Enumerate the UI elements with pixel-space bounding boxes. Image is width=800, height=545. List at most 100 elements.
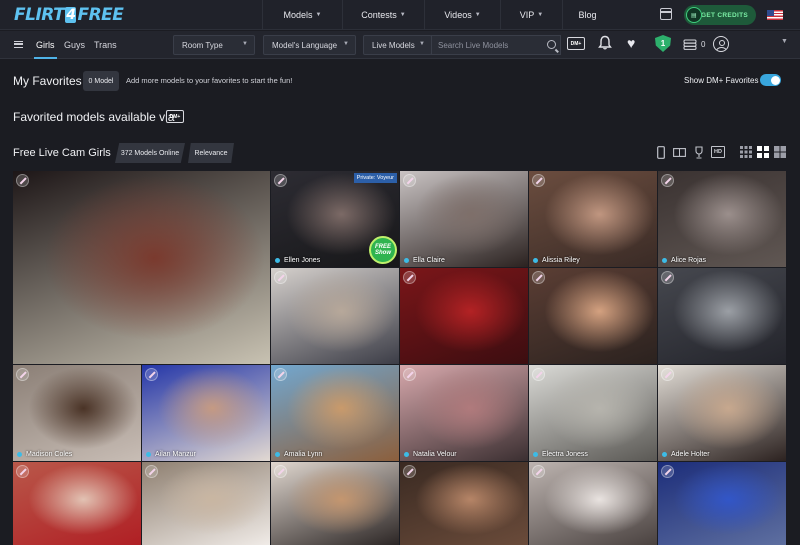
hd-filter-icon[interactable]: HD (711, 146, 725, 158)
heart-icon[interactable]: ♥ (627, 36, 635, 50)
model-thumbnail (271, 365, 399, 461)
us-flag-icon[interactable] (767, 10, 783, 20)
filter-bar: Girls Guys Trans Room Type ▼ Model's Lang… (0, 31, 800, 59)
language-select[interactable]: Model's Language ▼ (263, 35, 356, 55)
no-favorite-icon[interactable] (532, 465, 545, 478)
tab-girls[interactable]: Girls (34, 40, 56, 59)
model-tile[interactable] (271, 462, 399, 545)
no-favorite-icon[interactable] (403, 368, 416, 381)
grid-large-icon[interactable] (774, 146, 786, 158)
search-placeholder: Search Live Models (438, 40, 509, 50)
no-favorite-icon[interactable] (16, 465, 29, 478)
model-name: Amalia Lynn (275, 451, 322, 458)
no-favorite-icon[interactable] (532, 174, 545, 187)
model-tile[interactable] (142, 462, 270, 545)
tab-trans[interactable]: Trans (94, 40, 117, 50)
model-thumbnail (271, 268, 399, 364)
model-tile[interactable] (13, 462, 141, 545)
model-tile[interactable] (400, 462, 528, 545)
no-favorite-icon[interactable] (16, 368, 29, 381)
model-tile[interactable]: Ailan Manzur (142, 365, 270, 461)
dm-favorites-label: Show DM+ Favorites (684, 76, 759, 85)
live-models-select[interactable]: Live Models ▼ (363, 35, 432, 55)
sort-select[interactable]: Relevance (188, 143, 234, 163)
user-account-icon[interactable] (713, 36, 729, 52)
model-thumbnail (13, 462, 141, 545)
no-favorite-icon[interactable] (274, 174, 287, 187)
model-tile[interactable] (271, 268, 399, 364)
no-favorite-icon[interactable] (661, 368, 674, 381)
model-thumbnail (529, 462, 657, 545)
room-type-select[interactable]: Room Type ▼ (173, 35, 255, 55)
grid-small-icon[interactable] (740, 146, 752, 158)
nav-label: Contests (361, 10, 397, 20)
model-tile[interactable]: Madison Coles (13, 365, 141, 461)
no-favorite-icon[interactable] (532, 368, 545, 381)
model-thumbnail (529, 171, 657, 267)
no-favorite-icon[interactable] (274, 368, 287, 381)
dm-plus-icon[interactable]: DM+ (567, 37, 585, 50)
dm-favorites-toggle[interactable] (760, 74, 781, 86)
featured-model-tile[interactable] (13, 171, 270, 364)
model-tile[interactable] (529, 462, 657, 545)
logo-number: 4 (65, 7, 77, 23)
models-online-badge: 372 Models Online (115, 143, 185, 163)
no-favorite-icon[interactable] (532, 271, 545, 284)
language-label: Model's Language (272, 40, 338, 50)
model-tile[interactable] (400, 268, 528, 364)
logo-text: FLIRT (14, 5, 65, 25)
model-tile[interactable]: Private: Voyeur FREE Show Ellen Jones (271, 171, 399, 267)
model-tile[interactable]: Natalia Velour (400, 365, 528, 461)
nav-vip[interactable]: VIP ▼ (500, 0, 562, 30)
no-favorite-icon[interactable] (274, 465, 287, 478)
nav-models[interactable]: Models ▼ (262, 0, 342, 30)
model-tile[interactable]: Alissia Riley (529, 171, 657, 267)
mobile-view-icon[interactable] (657, 146, 665, 159)
chevron-down-icon: ▼ (242, 41, 248, 47)
dm-plus-icon[interactable]: DM+ (166, 110, 184, 123)
nav-contests[interactable]: Contests ▼ (342, 0, 424, 30)
no-favorite-icon[interactable] (403, 465, 416, 478)
chevron-down-icon: ▼ (315, 12, 322, 18)
model-name: Alice Rojas (662, 257, 706, 264)
card-view-icon[interactable] (673, 148, 686, 157)
model-tile[interactable]: Adele Holter (658, 365, 786, 461)
tab-guys[interactable]: Guys (64, 40, 85, 50)
model-tile[interactable] (658, 462, 786, 545)
flirt4free-logo[interactable]: FLIRT 4 FREE (14, 4, 124, 26)
nav-videos[interactable]: Videos ▼ (424, 0, 500, 30)
search-input[interactable]: Search Live Models (431, 35, 561, 55)
model-tile[interactable]: Amalia Lynn (271, 365, 399, 461)
hamburger-menu-icon[interactable] (14, 41, 23, 48)
get-credits-button[interactable]: ▤ GET CREDITS (684, 5, 756, 25)
calendar-icon[interactable] (660, 8, 672, 20)
no-favorite-icon[interactable] (661, 174, 674, 187)
model-tile[interactable] (658, 268, 786, 364)
model-thumbnail (13, 171, 270, 364)
no-favorite-icon[interactable] (145, 368, 158, 381)
logo-text-end: FREE (77, 5, 124, 25)
no-favorite-icon[interactable] (403, 271, 416, 284)
top-navbar: FLIRT 4 FREE Models ▼ Contests ▼ Videos ▼ VIP ▼ Bl… (0, 0, 800, 30)
chevron-down-icon[interactable]: ▼ (781, 38, 788, 45)
grid-medium-icon[interactable] (757, 146, 769, 158)
no-favorite-icon[interactable] (661, 271, 674, 284)
model-thumbnail (400, 171, 528, 267)
search-icon[interactable] (547, 40, 556, 49)
model-tile[interactable]: Alice Rojas (658, 171, 786, 267)
trophy-icon[interactable] (693, 146, 705, 159)
favorites-hint: Add more models to your favorites to sta… (126, 76, 293, 85)
model-tile[interactable]: Electra Joness (529, 365, 657, 461)
model-tile[interactable]: Ella Claire (400, 171, 528, 267)
no-favorite-icon[interactable] (16, 174, 29, 187)
no-favorite-icon[interactable] (661, 465, 674, 478)
model-tile[interactable] (529, 268, 657, 364)
nav-blog[interactable]: Blog (562, 0, 612, 30)
coins-icon[interactable] (683, 39, 697, 50)
no-favorite-icon[interactable] (403, 174, 416, 187)
no-favorite-icon[interactable] (145, 465, 158, 478)
no-favorite-icon[interactable] (274, 271, 287, 284)
free-show-badge: FREE Show (369, 236, 397, 264)
model-name: Ailan Manzur (146, 451, 196, 458)
bell-icon[interactable] (598, 35, 612, 50)
